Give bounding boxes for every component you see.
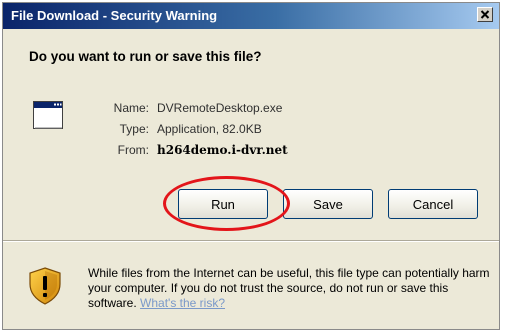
- window-title: File Download - Security Warning: [11, 8, 218, 23]
- file-name-label: Name:: [113, 101, 149, 115]
- run-button[interactable]: Run: [178, 189, 268, 219]
- application-window-icon: [33, 101, 63, 129]
- file-type-value: Application, 82.0KB: [157, 122, 262, 136]
- question-text: Do you want to run or save this file?: [29, 49, 262, 64]
- whats-the-risk-link[interactable]: What's the risk?: [140, 296, 225, 310]
- divider: [3, 240, 499, 242]
- file-from-label: From:: [117, 143, 149, 157]
- file-download-dialog: File Download - Security Warning Do you …: [2, 2, 500, 330]
- file-from-row: From: h264demo.i-dvr.net: [67, 143, 367, 164]
- file-info: Name: DVRemoteDesktop.exe Type: Applicat…: [67, 101, 367, 164]
- cancel-button[interactable]: Cancel: [388, 189, 478, 219]
- file-type-label: Type:: [119, 122, 149, 136]
- save-button[interactable]: Save: [283, 189, 373, 219]
- title-bar[interactable]: File Download - Security Warning: [3, 3, 499, 29]
- shield-warning-icon: [29, 267, 61, 305]
- file-type-row: Type: Application, 82.0KB: [67, 122, 367, 143]
- file-from-value: h264demo.i-dvr.net: [157, 143, 288, 157]
- security-warning-message: While files from the Internet can be use…: [88, 266, 493, 311]
- file-name-value: DVRemoteDesktop.exe: [157, 101, 283, 115]
- close-button[interactable]: [477, 7, 493, 22]
- close-icon: [480, 10, 490, 19]
- file-name-row: Name: DVRemoteDesktop.exe: [67, 101, 367, 122]
